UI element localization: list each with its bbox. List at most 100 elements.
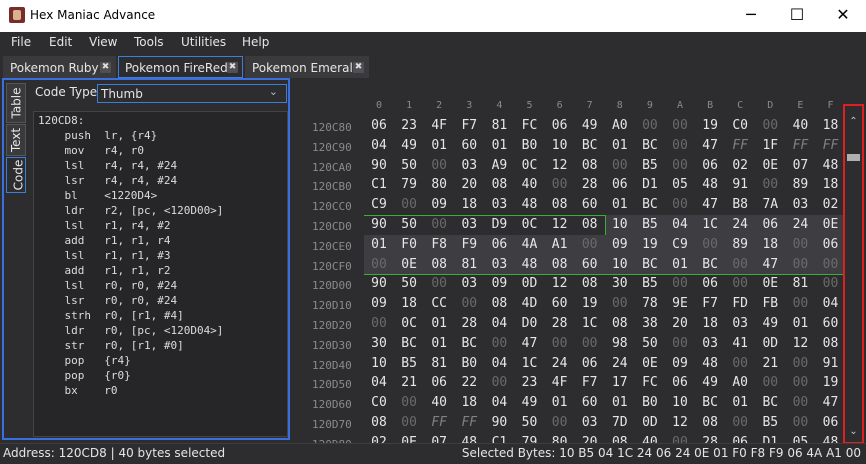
hex-byte[interactable]: 0D	[635, 415, 665, 430]
hex-byte[interactable]: F7	[454, 118, 484, 133]
hex-byte[interactable]: 48	[515, 197, 545, 212]
hex-byte[interactable]: 81	[424, 356, 454, 371]
hex-byte[interactable]: BC	[394, 336, 424, 351]
hex-byte[interactable]: 00	[816, 276, 846, 291]
hex-byte[interactable]: D0	[515, 316, 545, 331]
hex-byte[interactable]: 00	[725, 257, 755, 272]
hex-byte[interactable]: 08	[424, 257, 454, 272]
hex-byte[interactable]: C9	[665, 237, 695, 252]
close-icon[interactable]: ✖	[227, 62, 238, 73]
hex-byte[interactable]: 00	[394, 395, 424, 410]
hex-byte[interactable]: 9E	[665, 296, 695, 311]
hex-byte[interactable]: 18	[454, 395, 484, 410]
hex-byte[interactable]: 4F	[424, 118, 454, 133]
hex-byte[interactable]: 7A	[755, 197, 785, 212]
hex-byte[interactable]: 1C	[575, 316, 605, 331]
hex-byte[interactable]: F7	[695, 296, 725, 311]
hex-byte[interactable]: 00	[545, 415, 575, 430]
hex-byte[interactable]: 49	[755, 316, 785, 331]
hex-byte[interactable]: 03	[454, 217, 484, 232]
menu-help[interactable]: Help	[242, 35, 269, 49]
hex-byte[interactable]: 19	[695, 118, 725, 133]
hex-byte[interactable]: BC	[635, 197, 665, 212]
hex-byte[interactable]: 04	[484, 316, 514, 331]
hex-byte[interactable]: 60	[816, 316, 846, 331]
hex-byte[interactable]: 22	[454, 375, 484, 390]
hex-byte[interactable]: 28	[454, 316, 484, 331]
hex-byte[interactable]: 04	[816, 296, 846, 311]
hex-byte[interactable]: 08	[695, 415, 725, 430]
side-tab-text[interactable]: Text	[6, 124, 26, 156]
hex-byte[interactable]: A9	[484, 158, 514, 173]
hex-byte[interactable]: 49	[394, 138, 424, 153]
minimize-button[interactable]: ─	[728, 0, 774, 32]
hex-byte[interactable]: 04	[364, 375, 394, 390]
hex-byte[interactable]: 03	[454, 276, 484, 291]
hex-byte[interactable]: 50	[394, 158, 424, 173]
hex-byte[interactable]: BC	[695, 257, 725, 272]
hex-byte[interactable]: C9	[364, 197, 394, 212]
hex-byte[interactable]: 12	[545, 276, 575, 291]
hex-byte[interactable]: 06	[545, 118, 575, 133]
hex-byte[interactable]: 90	[364, 158, 394, 173]
hex-byte[interactable]: 00	[785, 356, 815, 371]
hex-byte[interactable]: 00	[665, 276, 695, 291]
hex-byte[interactable]: 1C	[695, 217, 725, 232]
hex-byte[interactable]: 60	[575, 197, 605, 212]
hex-byte[interactable]: 89	[785, 177, 815, 192]
hex-byte[interactable]: 23	[515, 375, 545, 390]
hex-byte[interactable]: 00	[424, 276, 454, 291]
hex-byte[interactable]: 09	[424, 197, 454, 212]
hex-byte[interactable]: 06	[816, 415, 846, 430]
hex-byte[interactable]: 00	[785, 296, 815, 311]
hex-byte[interactable]: 01	[424, 316, 454, 331]
hex-byte[interactable]: 91	[816, 356, 846, 371]
code-type-dropdown[interactable]: Thumb ⌄	[97, 84, 287, 103]
hex-byte[interactable]: 00	[665, 118, 695, 133]
hex-byte[interactable]: 60	[575, 395, 605, 410]
hex-byte[interactable]: FD	[725, 296, 755, 311]
hex-byte[interactable]: 08	[364, 415, 394, 430]
hex-byte[interactable]: 03	[484, 197, 514, 212]
hex-byte[interactable]: D1	[635, 177, 665, 192]
hex-byte[interactable]: 50	[635, 336, 665, 351]
hex-byte[interactable]: 12	[665, 415, 695, 430]
hex-byte[interactable]: 00	[725, 356, 755, 371]
hex-byte[interactable]: 00	[394, 415, 424, 430]
hex-byte[interactable]: 06	[484, 237, 514, 252]
hex-byte[interactable]: 12	[785, 336, 815, 351]
hex-byte[interactable]: FC	[515, 118, 545, 133]
side-tab-code[interactable]: Code	[6, 157, 26, 193]
menu-edit[interactable]: Edit	[49, 35, 72, 49]
hex-viewer[interactable]: 0 1 2 3 4 5 6 7 8 9 A B C D E F 120C80 06 23 4F F7 81 FC 06 49 A0…	[292, 80, 846, 451]
hex-byte[interactable]: 24	[785, 217, 815, 232]
hex-byte[interactable]: A0	[605, 118, 635, 133]
hex-byte[interactable]: 03	[785, 197, 815, 212]
vertical-scrollbar[interactable]: ⌃ ⌄	[843, 104, 864, 444]
hex-byte[interactable]: 00	[635, 118, 665, 133]
tab-pokemon-ruby[interactable]: Pokemon Ruby ✖	[3, 56, 116, 78]
hex-byte[interactable]: 18	[755, 237, 785, 252]
hex-byte[interactable]: 0E	[394, 257, 424, 272]
hex-byte[interactable]: 0C	[394, 316, 424, 331]
hex-byte[interactable]: 00	[424, 217, 454, 232]
hex-byte[interactable]: 40	[785, 118, 815, 133]
hex-byte[interactable]: 49	[575, 118, 605, 133]
hex-byte[interactable]: 09	[364, 296, 394, 311]
hex-byte[interactable]: 10	[545, 138, 575, 153]
hex-byte[interactable]: 04	[484, 395, 514, 410]
hex-byte[interactable]: 91	[725, 177, 755, 192]
hex-byte[interactable]: BC	[575, 138, 605, 153]
hex-byte[interactable]: 1C	[515, 356, 545, 371]
hex-byte[interactable]: 00	[665, 158, 695, 173]
hex-byte[interactable]: 08	[575, 217, 605, 232]
hex-byte[interactable]: 00	[545, 177, 575, 192]
hex-byte[interactable]: F7	[575, 375, 605, 390]
hex-byte[interactable]: 01	[424, 138, 454, 153]
hex-byte[interactable]: 09	[665, 356, 695, 371]
hex-byte[interactable]: 04	[665, 217, 695, 232]
hex-byte[interactable]: 17	[605, 375, 635, 390]
scroll-down-icon[interactable]: ⌄	[845, 426, 862, 437]
hex-byte[interactable]: 10	[605, 217, 635, 232]
hex-byte[interactable]: 47	[695, 197, 725, 212]
